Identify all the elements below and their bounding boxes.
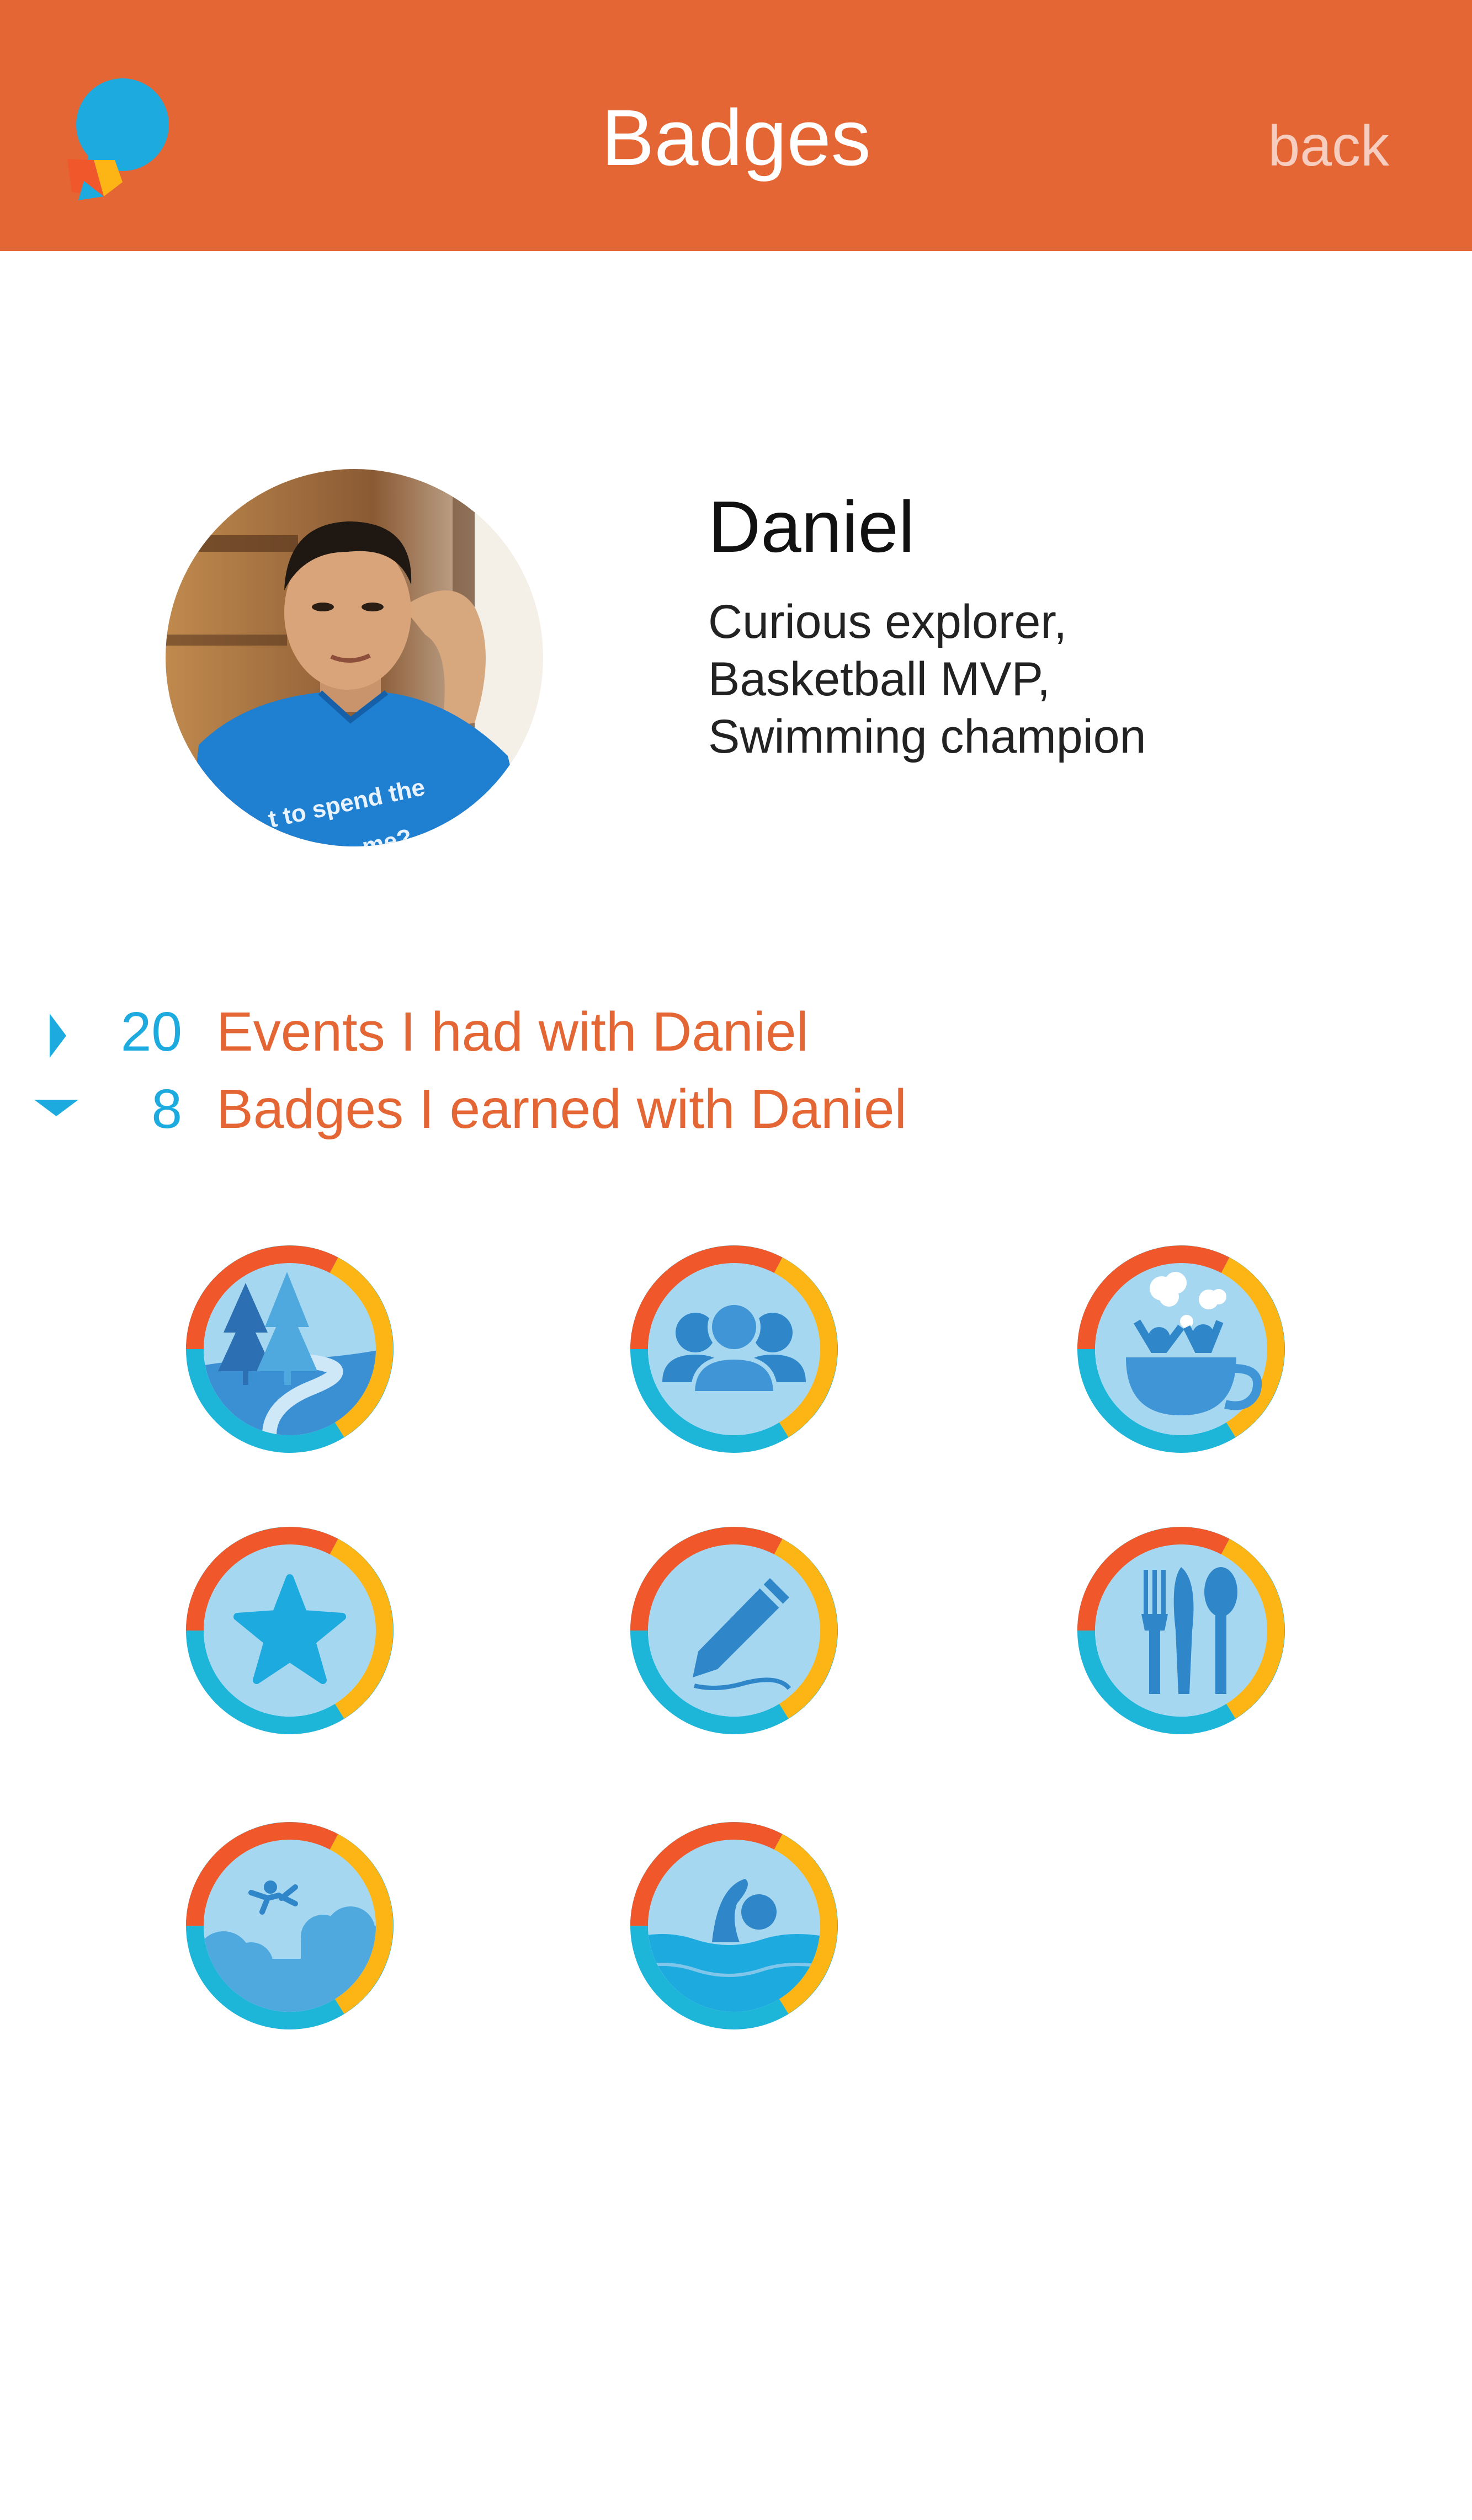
badge-cutlery-icon[interactable] [1076, 1526, 1286, 1735]
skydiving-clouds-icon [186, 1822, 394, 2029]
events-label[interactable]: Events I had with Daniel [216, 996, 809, 1068]
teacup-celebration-icon [1077, 1245, 1285, 1453]
badge-group-people-icon[interactable] [629, 1244, 839, 1454]
group-people-icon [630, 1245, 838, 1453]
badge-pencil-icon[interactable] [629, 1526, 839, 1735]
badge-forest-river-icon[interactable] [185, 1244, 395, 1454]
badges-count: 8 [151, 1078, 182, 1140]
bio-line: Swimming champion [708, 710, 1146, 763]
pencil-icon [630, 1527, 838, 1734]
bio-line: Curious explorer, [708, 595, 1067, 648]
events-toggle-row[interactable]: 20 Events I had with Daniel [0, 996, 1104, 1068]
page-title: Badges [601, 93, 871, 182]
badge-teacup-celebration-icon[interactable] [1076, 1244, 1286, 1454]
badge-star-icon[interactable] [185, 1526, 395, 1735]
badge-skydiving-clouds-icon[interactable] [185, 1821, 395, 2031]
badges-label[interactable]: Badges I earned with Daniel [216, 1073, 907, 1145]
collapse-down-icon[interactable] [34, 1100, 78, 1116]
app-header: Badges back [0, 0, 1472, 251]
swimmer-icon [630, 1822, 838, 2029]
profile-bio: Curious explorer, Basketball MVP, Swimmi… [708, 593, 1398, 765]
events-count: 20 [120, 1001, 182, 1063]
badge-swimmer-icon[interactable] [629, 1821, 839, 2031]
cutlery-icon [1077, 1527, 1285, 1734]
forest-river-icon [186, 1245, 394, 1453]
bio-line: Basketball MVP, [708, 653, 1050, 706]
badges-toggle-row[interactable]: 8 Badges I earned with Daniel [0, 1073, 1104, 1145]
expand-right-icon[interactable] [50, 1014, 66, 1058]
profile-avatar: t to spend the me? [166, 469, 543, 846]
star-icon [186, 1527, 394, 1734]
back-button[interactable]: back [1268, 110, 1389, 182]
profile-name: Daniel [708, 486, 915, 567]
